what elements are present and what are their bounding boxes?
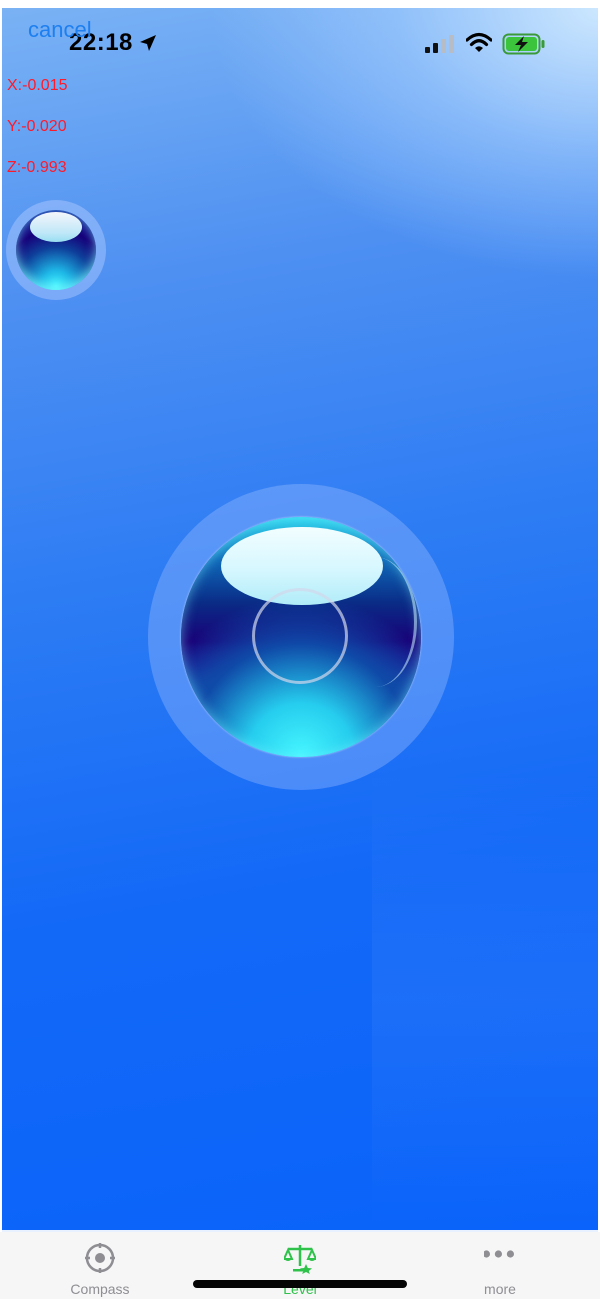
mini-level-bubble bbox=[16, 210, 96, 290]
background-sheen bbox=[372, 768, 598, 1230]
balance-scale-icon bbox=[284, 1245, 316, 1274]
compass-target-icon bbox=[85, 1243, 115, 1273]
tab-more-label: more bbox=[484, 1281, 516, 1297]
status-bar: 22:18 bbox=[0, 0, 600, 90]
cellular-signal-icon bbox=[425, 35, 454, 53]
level-target-ring bbox=[252, 588, 348, 684]
tab-compass[interactable]: Compass bbox=[0, 1232, 200, 1299]
level-screen: 22:18 cancel X:-0.015 Y:-0.020 Z:-0.993 bbox=[0, 0, 600, 1299]
y-axis-readout: Y:-0.020 bbox=[7, 118, 67, 135]
cancel-button[interactable]: cancel bbox=[28, 17, 92, 43]
tab-compass-label: Compass bbox=[70, 1281, 130, 1297]
x-axis-readout: X:-0.015 bbox=[7, 77, 68, 94]
wifi-icon bbox=[466, 32, 492, 52]
mini-bubble-gloss bbox=[30, 212, 82, 242]
tab-more[interactable]: more bbox=[400, 1232, 600, 1299]
level-bubble-rim bbox=[334, 557, 417, 687]
location-arrow-icon bbox=[140, 35, 156, 51]
tab-bar: Compass Level more bbox=[0, 1232, 600, 1299]
battery-charging-icon bbox=[502, 33, 545, 55]
z-axis-readout: Z:-0.993 bbox=[7, 159, 67, 176]
more-dots-icon bbox=[484, 1250, 514, 1258]
tab-level[interactable]: Level bbox=[200, 1232, 400, 1299]
home-indicator[interactable] bbox=[193, 1280, 407, 1288]
